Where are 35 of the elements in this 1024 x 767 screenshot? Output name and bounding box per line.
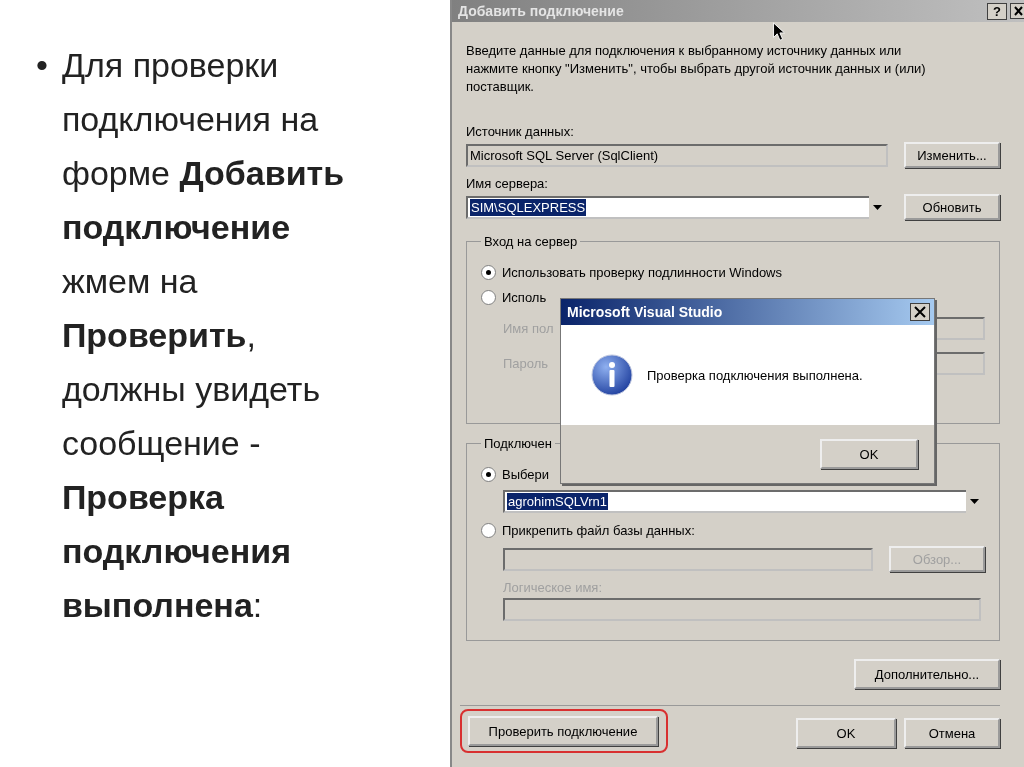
group-title: Подключен (483, 436, 553, 451)
instruction-text: Введите данные для подключения к выбранному источнику данных или нажмите кнопку "Изменить", чтобы выбрать другой источник данных и (или) поставщик. (466, 42, 927, 96)
data-source-field: Microsoft SQL Server (SqlClient) (466, 143, 888, 167)
radio-label: Использовать проверку подлинности Windows (502, 265, 782, 280)
field-label: Имя сервера: (466, 176, 549, 191)
ok-button[interactable]: OK (820, 439, 918, 469)
change-button[interactable]: Изменить... (904, 142, 1000, 168)
database-combo-box[interactable]: agrohimSQLVrn1 (503, 490, 966, 513)
field-label: Источник данных: (466, 124, 575, 139)
radio-label: Прикрепить файл базы данных: (502, 523, 695, 538)
group-title: Вход на сервер (483, 234, 579, 249)
advanced-button[interactable]: Дополнительно... (854, 659, 1000, 689)
radio-label: Выбери (502, 467, 550, 482)
radio-button[interactable] (481, 265, 496, 280)
mouse-cursor-icon (772, 22, 786, 42)
close-icon[interactable] (1010, 3, 1024, 19)
message-title: Microsoft Visual Studio (567, 304, 724, 320)
help-button[interactable]: ? (987, 2, 1007, 20)
file-field[interactable] (503, 547, 873, 571)
radio-button[interactable] (481, 523, 496, 538)
bullet-mark: • (36, 45, 48, 86)
message-text: Проверка подключения выполнена. (647, 367, 863, 383)
logical-name-field[interactable] (503, 598, 981, 621)
window-title: Добавить подключение (458, 3, 625, 19)
test-connection-button[interactable]: Проверить подключение (468, 716, 658, 746)
radio-label: Исполь (502, 290, 547, 305)
radio-button[interactable] (481, 290, 496, 305)
radio-button[interactable] (481, 467, 496, 482)
information-icon (591, 354, 633, 396)
close-icon[interactable] (910, 303, 930, 321)
dialog-button[interactable]: OK (796, 718, 896, 748)
slide-text: Для проверки подключения на форме Добавить подключение жмем на Проверить, должны увидеть сообщение - Проверка подключения выполнена: (61, 45, 346, 626)
dialog-button[interactable]: Отмена (904, 718, 1000, 748)
server-combo-box[interactable]: SIM\SQLEXPRESS (466, 195, 869, 219)
refresh-button[interactable]: Обновить (904, 194, 1000, 220)
